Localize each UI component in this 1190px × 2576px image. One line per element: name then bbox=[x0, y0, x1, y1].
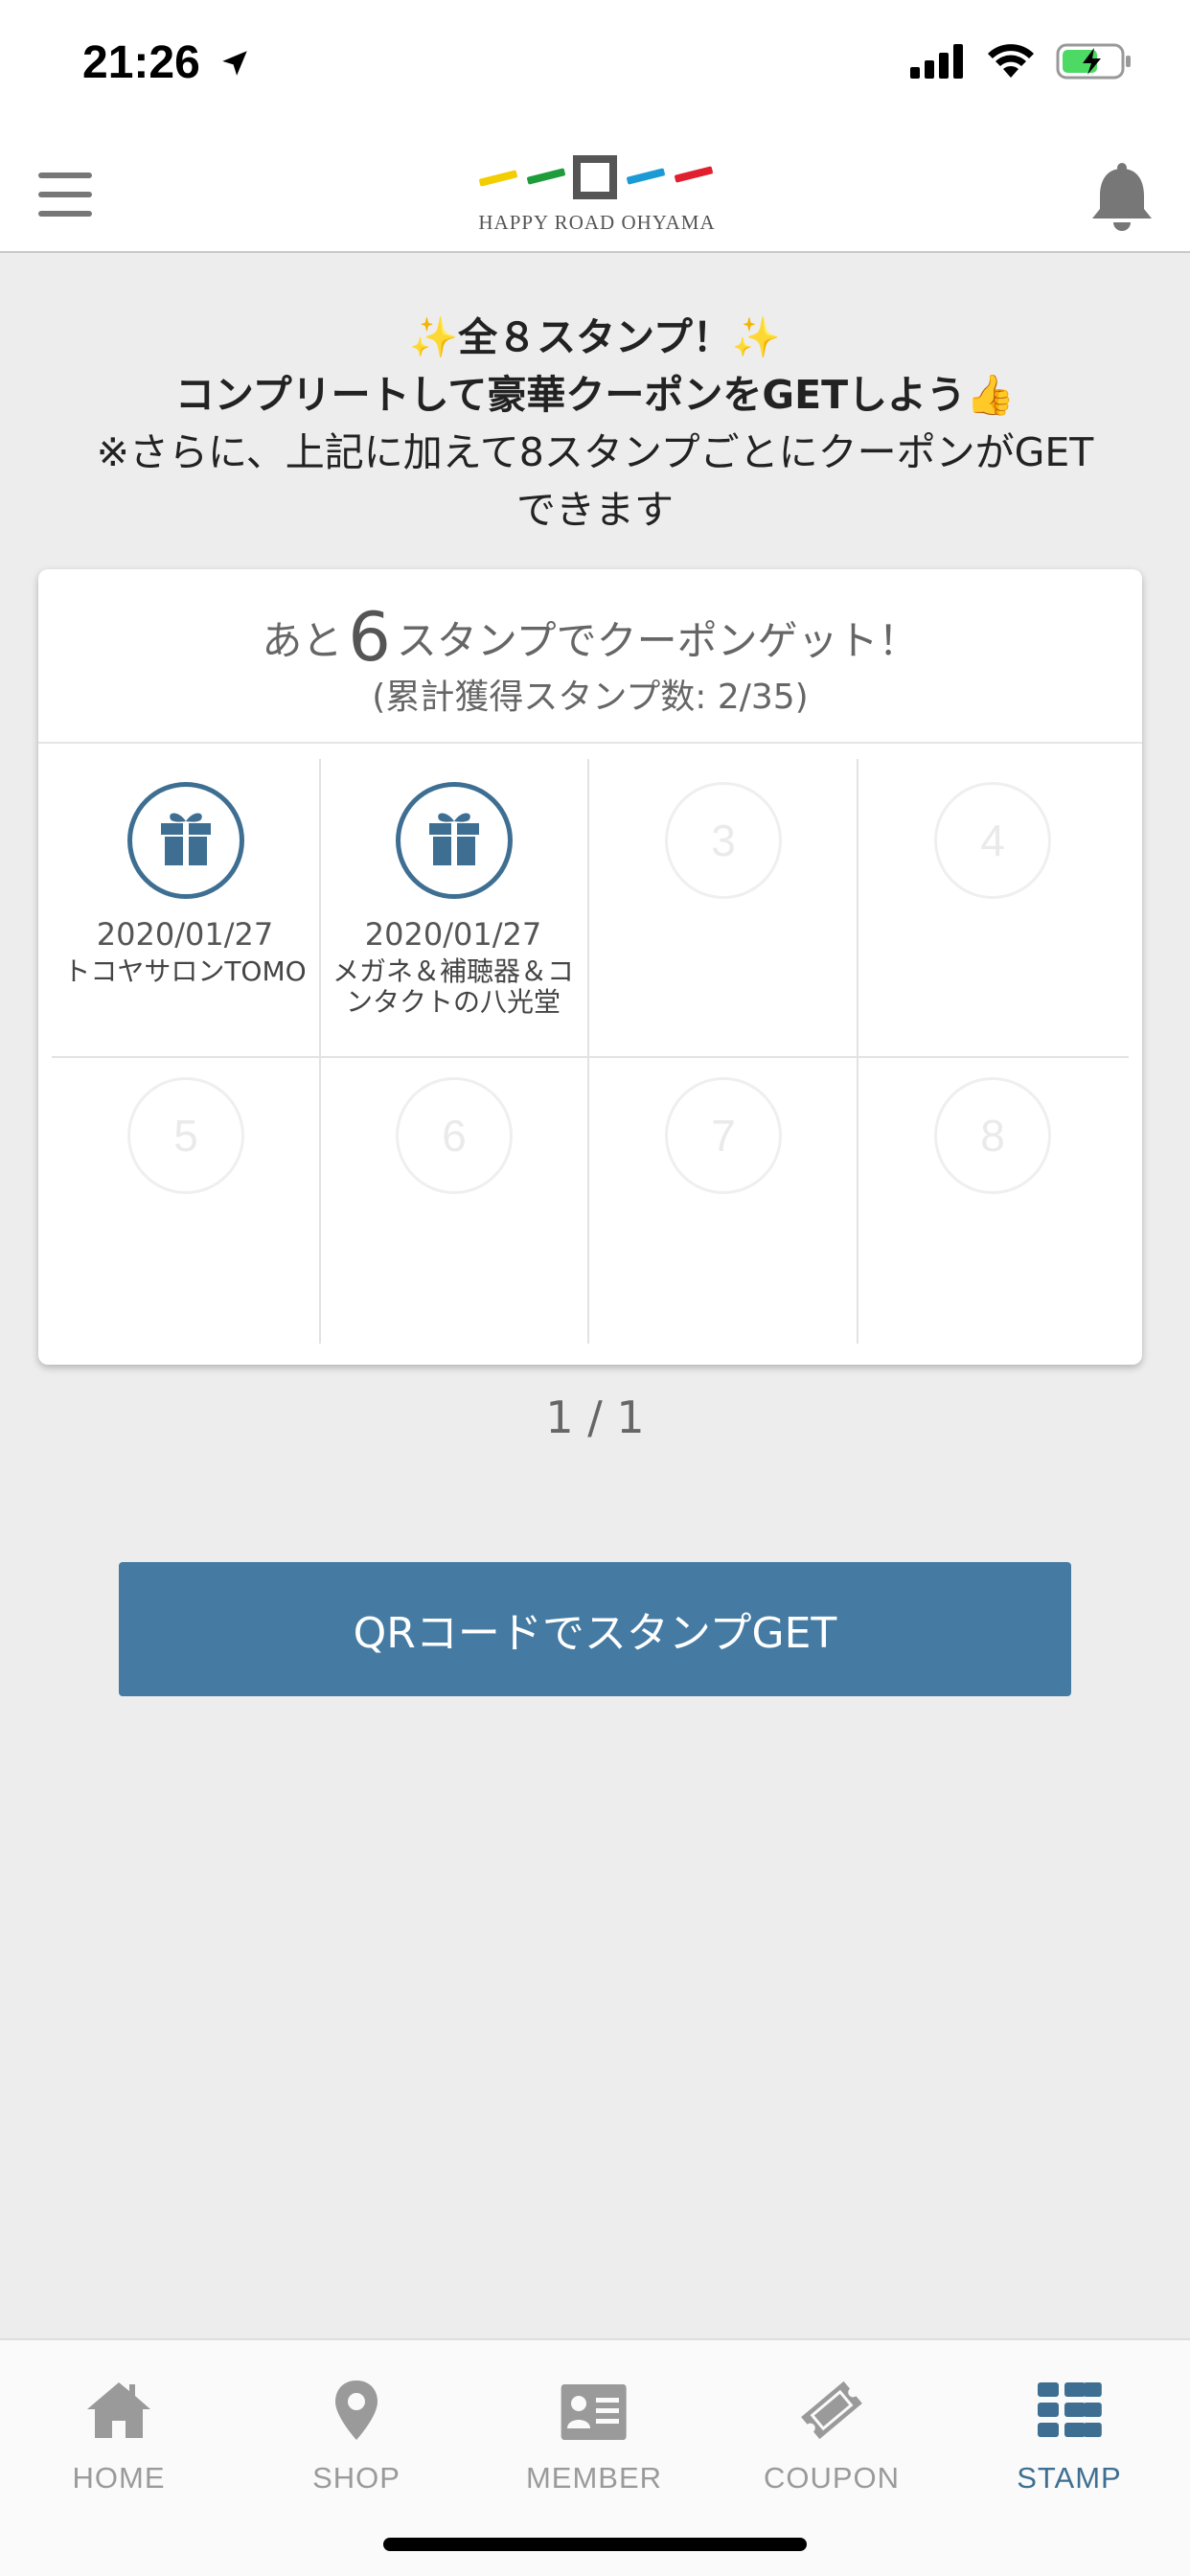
bell-icon bbox=[1092, 163, 1152, 231]
remaining-count: 6 bbox=[348, 598, 391, 677]
stamp-date: 2020/01/27 bbox=[364, 916, 542, 953]
tab-shop[interactable]: SHOP bbox=[238, 2359, 475, 2503]
tab-home[interactable]: HOME bbox=[0, 2359, 238, 2503]
stamp-acquired bbox=[396, 782, 513, 899]
intro-note: ※さらに、上記に加えて8スタンプごとにクーポンがGET bbox=[96, 429, 1094, 475]
stamp-slot-5: 5 bbox=[50, 1054, 320, 1349]
stamp-slot-3: 3 bbox=[587, 759, 858, 1054]
menu-button[interactable] bbox=[38, 172, 92, 217]
status-bar: 21:26 bbox=[0, 0, 1190, 134]
tab-label: COUPON bbox=[763, 2461, 901, 2495]
gift-icon bbox=[429, 813, 479, 865]
menu-line bbox=[38, 211, 92, 217]
remaining-prefix: あと bbox=[262, 617, 343, 664]
tab-coupon[interactable]: COUPON bbox=[713, 2359, 950, 2503]
home-indicator[interactable] bbox=[383, 2538, 807, 2551]
status-time: 21:26 bbox=[82, 36, 251, 89]
stamp-empty-number: 3 bbox=[665, 782, 782, 899]
stamp-slot-8: 8 bbox=[857, 1054, 1127, 1349]
page-indicator: 1 / 1 bbox=[545, 1392, 645, 1443]
stamp-campaign-intro: ✨全８スタンプ！✨ コンプリートして豪華クーポンをGETしよう👍 ※さらに、上記… bbox=[0, 309, 1190, 539]
stamp-empty-number: 5 bbox=[127, 1077, 244, 1194]
intro-subtitle: コンプリートして豪華クーポンをGETしよう👍 bbox=[174, 372, 1016, 418]
wifi-icon bbox=[988, 44, 1034, 78]
stamp-slot-4: 4 bbox=[857, 759, 1127, 1054]
intro-note-cont: できます bbox=[516, 487, 674, 533]
tab-label: STAMP bbox=[1017, 2461, 1122, 2495]
stamp-empty-number: 7 bbox=[665, 1077, 782, 1194]
map-pin-icon bbox=[335, 2380, 378, 2440]
app-header: HAPPY ROAD OHYAMA bbox=[0, 134, 1190, 253]
tab-label: SHOP bbox=[312, 2461, 400, 2495]
tab-member[interactable]: MEMBER bbox=[475, 2359, 713, 2503]
tab-stamp[interactable]: STAMP bbox=[950, 2359, 1188, 2503]
stamp-slot-7: 7 bbox=[587, 1054, 858, 1349]
clock-text: 21:26 bbox=[82, 37, 200, 88]
gift-icon bbox=[161, 813, 211, 865]
stamp-shop-name: メガネ＆補聴器＆コンタクトの八光堂 bbox=[332, 955, 574, 1018]
logo-text: HAPPY ROAD OHYAMA bbox=[478, 211, 716, 234]
intro-title: ✨全８スタンプ！✨ bbox=[409, 314, 781, 360]
stamp-empty-number: 6 bbox=[396, 1077, 513, 1194]
notification-button[interactable] bbox=[1088, 161, 1156, 234]
grid-icon bbox=[1038, 2382, 1102, 2437]
menu-line bbox=[38, 192, 92, 197]
location-arrow-icon bbox=[222, 51, 247, 76]
stamp-acquired bbox=[127, 782, 244, 899]
stamp-slot-2: 2020/01/27 メガネ＆補聴器＆コンタクトの八光堂 bbox=[318, 759, 588, 1054]
stamp-card-header: あと6 スタンプでクーポンゲット！ (累計獲得スタンプ数: 2/35) bbox=[38, 569, 1142, 744]
signal-icon bbox=[910, 44, 963, 79]
total-stamps: (累計獲得スタンプ数: 2/35) bbox=[372, 678, 809, 717]
qr-stamp-button[interactable]: QRコードでスタンプGET bbox=[119, 1562, 1071, 1696]
stamp-date: 2020/01/27 bbox=[96, 916, 274, 953]
member-card-icon bbox=[561, 2384, 627, 2440]
stamp-slot-6: 6 bbox=[318, 1054, 588, 1349]
home-icon bbox=[87, 2382, 150, 2438]
tab-label: MEMBER bbox=[525, 2461, 663, 2495]
tab-label: HOME bbox=[72, 2461, 166, 2495]
menu-line bbox=[38, 172, 92, 178]
logo-mark-icon bbox=[479, 155, 713, 199]
ticket-icon bbox=[801, 2380, 862, 2440]
stamp-empty-number: 4 bbox=[934, 782, 1051, 899]
remaining-stamps: あと6 スタンプでクーポンゲット！ bbox=[38, 598, 1142, 677]
status-icons bbox=[910, 42, 1133, 80]
app-logo[interactable]: HAPPY ROAD OHYAMA bbox=[475, 155, 719, 242]
stamp-shop-name: トコヤサロンTOMO bbox=[63, 955, 307, 987]
battery-charging-icon bbox=[1056, 43, 1131, 80]
stamp-empty-number: 8 bbox=[934, 1077, 1051, 1194]
stamp-slot-1: 2020/01/27 トコヤサロンTOMO bbox=[50, 759, 320, 1054]
remaining-suffix: スタンプでクーポンゲット！ bbox=[396, 617, 919, 664]
stamp-card: あと6 スタンプでクーポンゲット！ (累計獲得スタンプ数: 2/35) 2020/… bbox=[38, 569, 1142, 1365]
